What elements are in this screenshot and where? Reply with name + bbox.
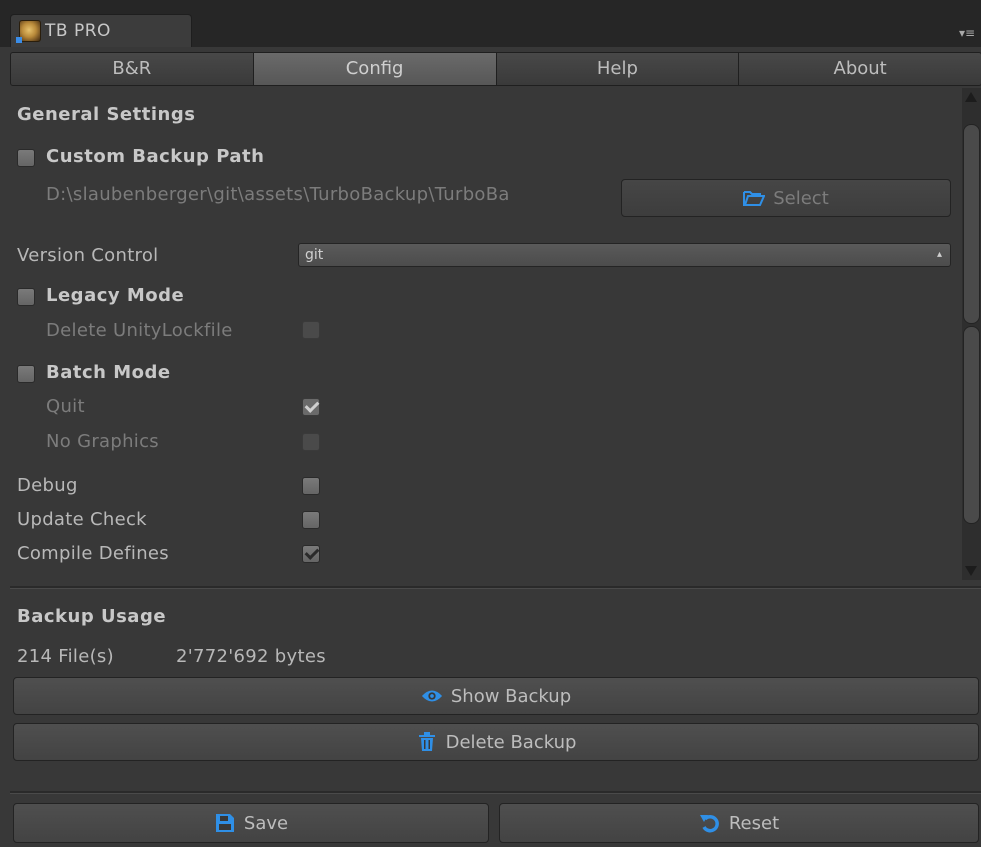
debug-label: Debug: [17, 475, 78, 496]
floppy-disk-icon: [214, 812, 236, 834]
reset-label: Reset: [728, 812, 780, 834]
scroll-down-arrow-icon[interactable]: [965, 566, 977, 576]
show-backup-button[interactable]: Show Backup: [13, 677, 979, 715]
save-button[interactable]: Save: [13, 803, 489, 843]
tab-about[interactable]: About: [738, 52, 981, 86]
version-control-label: Version Control: [17, 245, 159, 266]
delete-backup-label: Delete Backup: [445, 731, 577, 753]
general-settings-heading: General Settings: [17, 104, 196, 125]
custom-backup-path-label: Custom Backup Path: [46, 146, 265, 167]
quit-label: Quit: [46, 396, 85, 417]
delete-lockfile-checkbox[interactable]: [302, 321, 320, 339]
window-tab[interactable]: TB PRO: [10, 14, 192, 47]
tab-b-and-r[interactable]: B&R: [10, 52, 254, 86]
custom-backup-path-checkbox[interactable]: [17, 149, 35, 167]
legacy-mode-checkbox[interactable]: [17, 288, 35, 306]
scroll-up-arrow-icon[interactable]: [965, 92, 977, 102]
debug-checkbox[interactable]: [302, 477, 320, 495]
scrollbar-track[interactable]: [963, 326, 980, 524]
title-bar: TB PRO ▾≡: [0, 0, 981, 47]
turbo-backup-logo-icon: [16, 20, 41, 43]
batch-mode-label: Batch Mode: [46, 362, 171, 383]
compile-defines-checkbox[interactable]: [302, 545, 320, 563]
update-check-label: Update Check: [17, 509, 147, 530]
version-control-dropdown[interactable]: git ▴: [298, 243, 951, 267]
folder-open-icon: [743, 187, 766, 209]
legacy-mode-label: Legacy Mode: [46, 285, 185, 306]
backup-path-value: D:\slaubenberger\git\assets\TurboBackup\…: [46, 184, 510, 205]
show-backup-label: Show Backup: [450, 685, 572, 707]
settings-scroll-area[interactable]: General Settings Custom Backup Path D:\s…: [0, 88, 961, 580]
quit-checkbox[interactable]: [302, 398, 320, 416]
eye-icon: [421, 685, 443, 707]
backup-usage-heading: Backup Usage: [17, 606, 167, 627]
section-divider: [10, 586, 981, 589]
compile-defines-label: Compile Defines: [17, 543, 169, 564]
vertical-scrollbar[interactable]: [962, 88, 981, 580]
undo-icon: [699, 812, 721, 834]
batch-mode-checkbox[interactable]: [17, 365, 35, 383]
window-menu-icon[interactable]: ▾≡: [959, 27, 977, 39]
reset-button[interactable]: Reset: [499, 803, 979, 843]
byte-count: 2'772'692 bytes: [176, 646, 326, 667]
select-path-label: Select: [773, 187, 829, 209]
file-count: 214 File(s): [17, 646, 114, 667]
delete-backup-button[interactable]: Delete Backup: [13, 723, 979, 761]
tab-bar: B&R Config Help About: [10, 52, 981, 86]
tab-help[interactable]: Help: [495, 52, 740, 86]
footer-divider: [10, 791, 981, 794]
trash-icon: [416, 731, 438, 753]
version-control-value: git: [305, 247, 324, 263]
tab-config[interactable]: Config: [252, 52, 497, 86]
delete-lockfile-label: Delete UnityLockfile: [46, 320, 233, 341]
select-path-button[interactable]: Select: [621, 179, 951, 217]
dropdown-arrows-icon: ▴: [936, 249, 942, 260]
no-graphics-label: No Graphics: [46, 431, 159, 452]
save-label: Save: [243, 812, 289, 834]
window-title: TB PRO: [45, 21, 111, 41]
update-check-checkbox[interactable]: [302, 511, 320, 529]
scrollbar-thumb[interactable]: [963, 124, 980, 324]
no-graphics-checkbox[interactable]: [302, 433, 320, 451]
